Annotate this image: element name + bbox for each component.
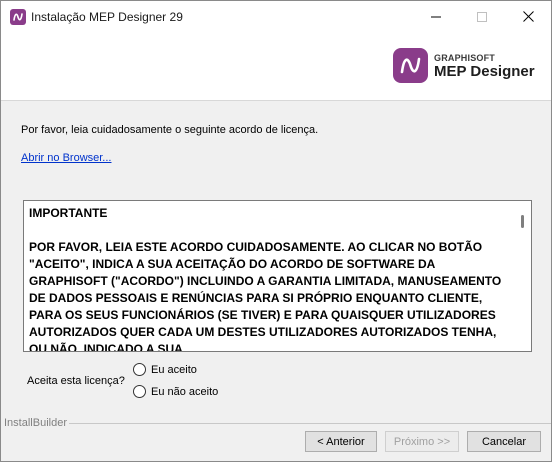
installbuilder-brand: InstallBuilder bbox=[4, 417, 67, 429]
back-button[interactable]: < Anterior bbox=[305, 431, 377, 452]
accept-license-question: Aceita esta licença? bbox=[27, 375, 125, 387]
minimize-button[interactable] bbox=[413, 1, 459, 32]
brand-product-name: MEP Designer bbox=[434, 63, 535, 80]
app-icon bbox=[10, 9, 26, 25]
scrollbar-thumb[interactable] bbox=[521, 215, 524, 228]
title-bar: Instalação MEP Designer 29 bbox=[1, 1, 551, 32]
close-icon bbox=[522, 11, 534, 22]
cancel-button[interactable]: Cancelar bbox=[467, 431, 541, 452]
header-banner: GRAPHISOFT MEP Designer bbox=[1, 32, 551, 101]
brand-small-text: GRAPHISOFT bbox=[434, 53, 496, 63]
footer-separator bbox=[69, 423, 551, 424]
license-text: IMPORTANTE POR FAVOR, LEIA ESTE ACORDO C… bbox=[29, 205, 509, 352]
graphisoft-logo-icon bbox=[393, 48, 428, 83]
license-scrollbar[interactable] bbox=[514, 201, 531, 351]
license-heading: IMPORTANTE bbox=[29, 206, 108, 220]
accept-radio[interactable] bbox=[133, 363, 146, 376]
next-button[interactable]: Próximo >> bbox=[385, 431, 459, 452]
accept-radio-label[interactable]: Eu aceito bbox=[151, 364, 197, 376]
maximize-icon bbox=[477, 11, 487, 22]
decline-radio-label[interactable]: Eu não aceito bbox=[151, 386, 218, 398]
decline-radio[interactable] bbox=[133, 385, 146, 398]
maximize-button bbox=[459, 1, 505, 32]
open-in-browser-link[interactable]: Abrir no Browser... bbox=[21, 152, 111, 164]
installer-window: Instalação MEP Designer 29 GRAPHISOFT ME… bbox=[0, 0, 552, 462]
close-button[interactable] bbox=[505, 1, 551, 32]
minimize-icon bbox=[431, 16, 441, 17]
intro-text: Por favor, leia cuidadosamente o seguint… bbox=[21, 124, 319, 136]
license-body: POR FAVOR, LEIA ESTE ACORDO CUIDADOSAMEN… bbox=[29, 240, 502, 352]
window-title: Instalação MEP Designer 29 bbox=[31, 10, 183, 24]
license-textbox[interactable]: IMPORTANTE POR FAVOR, LEIA ESTE ACORDO C… bbox=[23, 200, 532, 352]
